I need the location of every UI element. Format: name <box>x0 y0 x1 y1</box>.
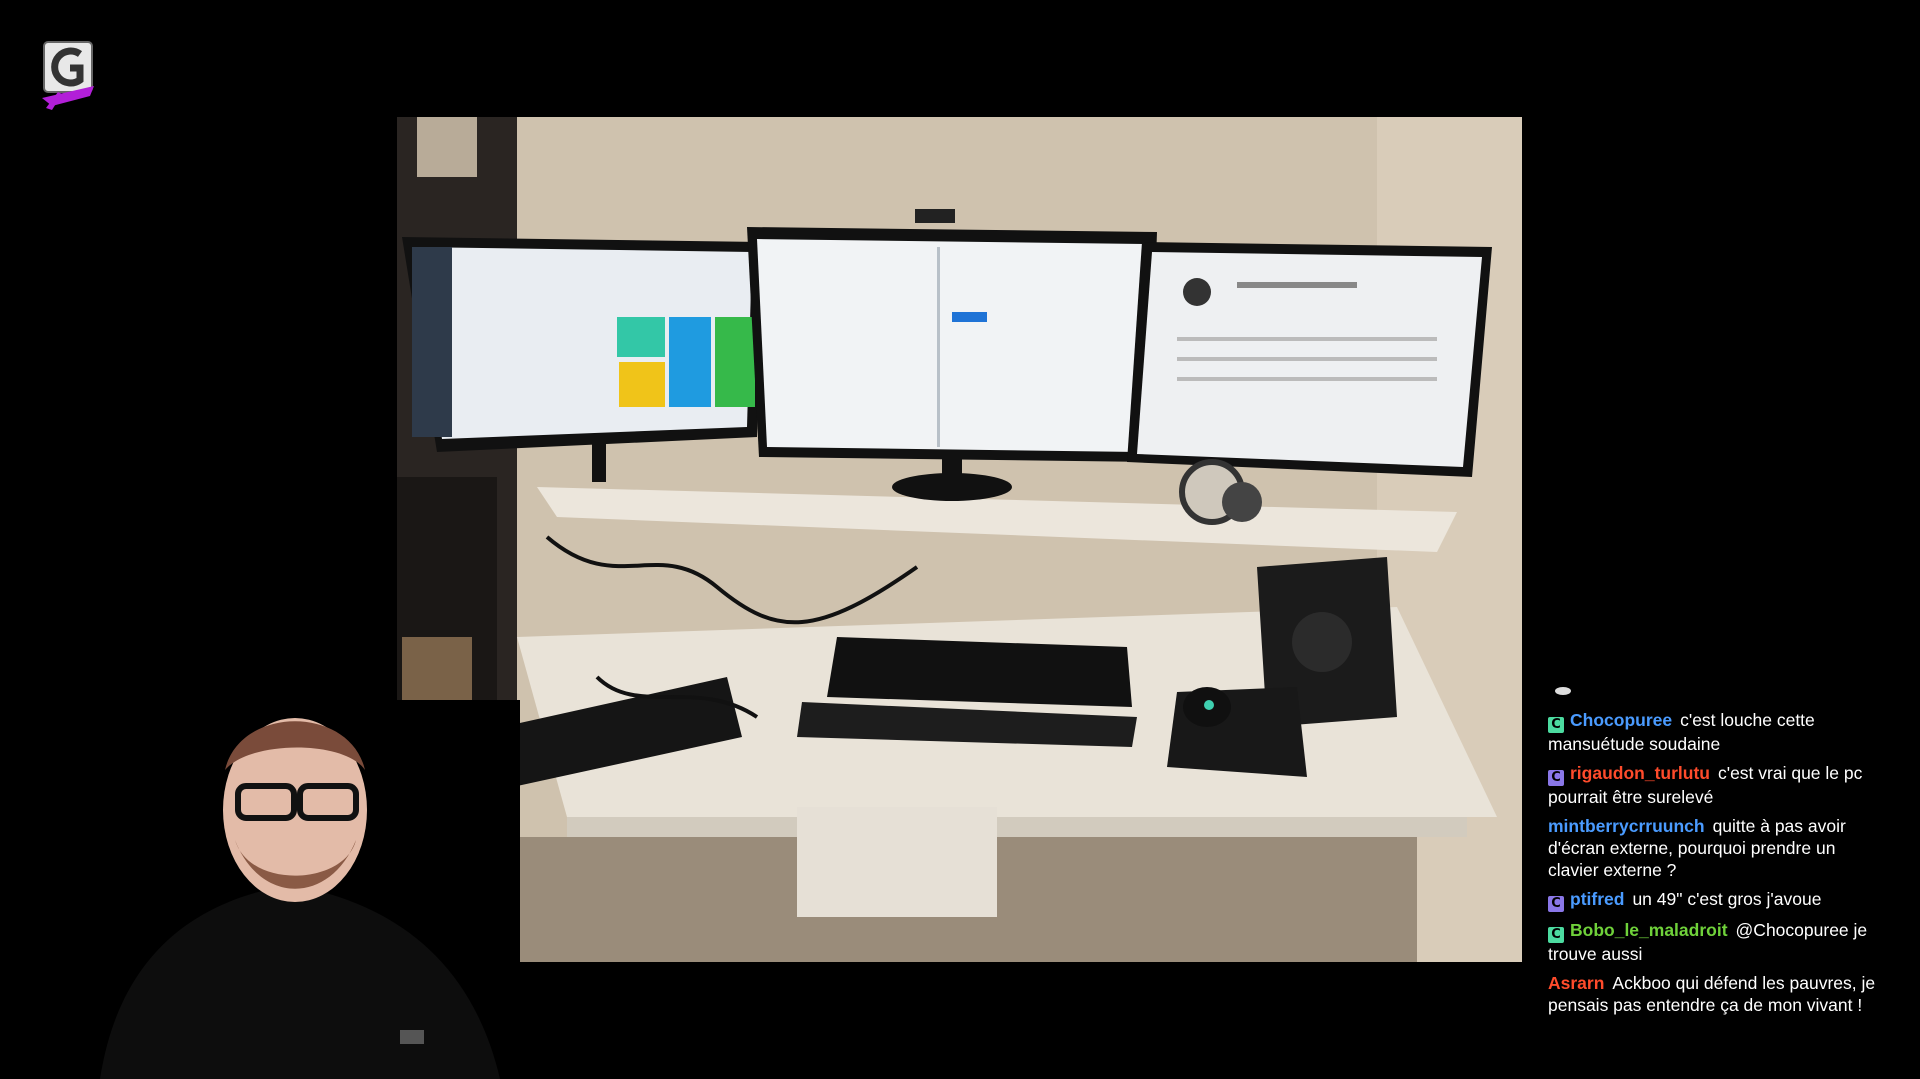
chat-message: C Chocopuree c'est louche cette mansuétude… <box>1548 709 1878 755</box>
chat-message: C Bobo_le_maladroit @Chocopuree je trouve … <box>1548 919 1878 965</box>
subscriber-badge-icon: C <box>1548 927 1564 943</box>
chat-username[interactable]: rigaudon_turlutu <box>1570 763 1710 783</box>
chat-overlay: C Chocopuree c'est louche cette mansuétude… <box>1548 686 1878 1023</box>
chat-username[interactable]: Bobo_le_maladroit <box>1570 920 1728 940</box>
chat-username[interactable]: mintberrycrruunch <box>1548 816 1705 836</box>
chat-message: mintberrycrruunch quitte à pas avoir d'éc… <box>1548 815 1878 881</box>
webcam-feed <box>60 700 520 1079</box>
chat-message-list: C Chocopuree c'est louche cette mansuétude… <box>1548 709 1878 1016</box>
chat-message: Cptifred un 49" c'est gros j'avoue <box>1548 888 1878 912</box>
chat-message: Asrarn Ackboo qui défend les pauvres, je … <box>1548 972 1878 1016</box>
chat-message: Crigaudon_turlutu c'est vrai que le pc po… <box>1548 762 1878 808</box>
chat-username[interactable]: Chocopuree <box>1570 710 1672 730</box>
chat-message-text: un 49" c'est gros j'avoue <box>1632 889 1822 909</box>
subscriber-badge-icon: C <box>1548 770 1564 786</box>
subscriber-badge-icon: C <box>1548 717 1564 733</box>
desk-setup-photo <box>397 117 1522 962</box>
chat-username[interactable]: Asrarn <box>1548 973 1604 993</box>
subscriber-badge-icon: C <box>1548 896 1564 912</box>
stream-view: C Chocopuree c'est louche cette mansuétude… <box>0 0 1920 1079</box>
scroll-indicator-icon <box>1555 687 1571 695</box>
chat-username[interactable]: ptifred <box>1570 889 1624 909</box>
channel-logo-icon <box>38 40 98 112</box>
